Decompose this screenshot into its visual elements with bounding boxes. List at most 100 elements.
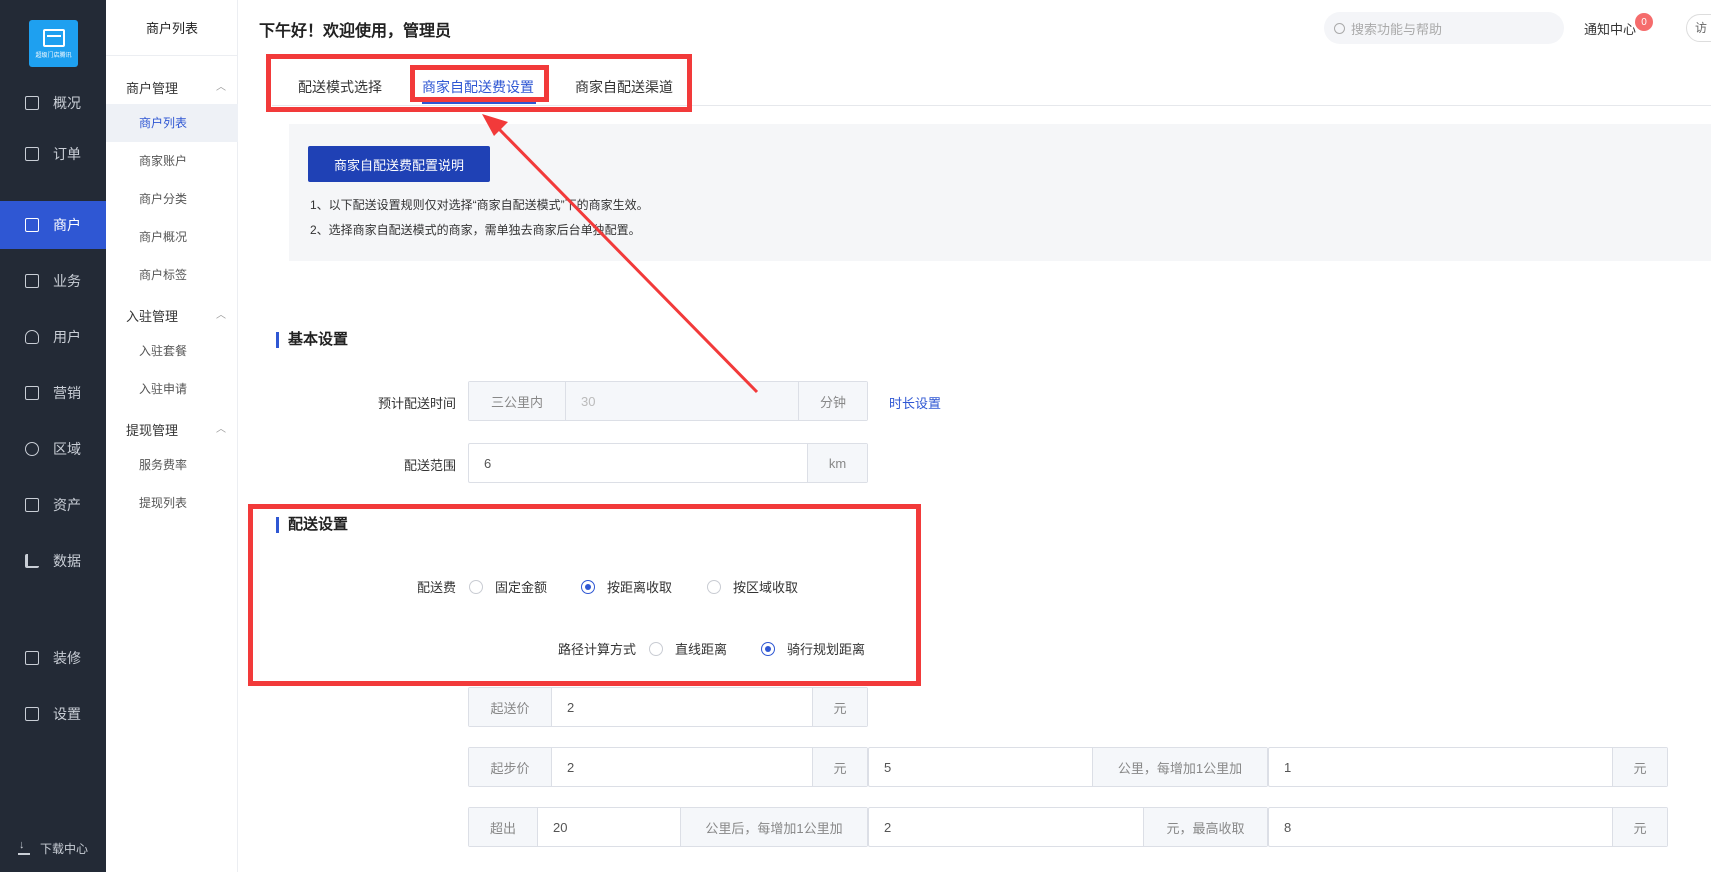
- store-logo-icon: [42, 28, 65, 47]
- tab-self-delivery-channel[interactable]: 商家自配送渠道: [575, 77, 673, 97]
- fee-option-distance[interactable]: 按距离收取: [581, 577, 672, 596]
- nav-item-decoration[interactable]: 装修: [0, 634, 106, 682]
- duration-settings-link[interactable]: 时长设置: [889, 393, 941, 412]
- info-line-2: 2、选择商家自配送模式的商家，需单独去商家后台单独配置。: [310, 223, 641, 237]
- database-icon: [25, 442, 39, 456]
- tab-self-delivery-fee[interactable]: 商家自配送费设置: [422, 77, 534, 97]
- greeting-text: 下午好！欢迎使用，管理员: [259, 23, 452, 40]
- chevron-up-icon: ︿: [216, 82, 226, 93]
- nav-item-region[interactable]: 区域: [0, 425, 106, 473]
- logo-text: 超级门店腾讯: [35, 52, 72, 59]
- start-price-input[interactable]: 2: [552, 748, 812, 786]
- delivery-time-group: 三公里内 30 分钟: [468, 381, 868, 421]
- nav-item-assets[interactable]: 资产: [0, 481, 106, 529]
- radio-checked-icon: [581, 579, 595, 594]
- marketing-icon: [25, 386, 39, 400]
- delivery-fee-label: 配送费: [416, 580, 456, 595]
- secondary-menu: 商户列表 商户管理 ︿ 商户列表 商家账户 商户分类 商户概况 商户标签 入驻管理…: [106, 0, 238, 872]
- store-icon: [25, 218, 39, 232]
- route-option-straight[interactable]: 直线距离: [649, 639, 727, 658]
- nav-item-users[interactable]: 用户: [0, 313, 106, 361]
- over-label: 超出: [469, 808, 538, 846]
- nav-item-settings[interactable]: 设置: [0, 690, 106, 738]
- submenu-item-merchant-tags[interactable]: 商户标签: [106, 256, 238, 294]
- radio-icon: [469, 579, 483, 594]
- per-km-text: 公里，每增加1公里加: [1092, 748, 1267, 786]
- nav-label: 资产: [53, 497, 81, 513]
- route-option-cycling[interactable]: 骑行规划距离: [761, 639, 865, 658]
- nav-label: 概况: [53, 95, 81, 111]
- nav-item-orders[interactable]: 订单: [0, 130, 106, 178]
- nav-label: 订单: [53, 146, 81, 162]
- download-center[interactable]: 下载中心: [18, 839, 88, 857]
- min-order-label: 起送价: [469, 688, 552, 726]
- visit-button[interactable]: 访: [1686, 14, 1711, 42]
- fee-option-region[interactable]: 按区域收取: [707, 577, 798, 596]
- per-km-unit: 元: [1612, 748, 1667, 786]
- app-logo[interactable]: 超级门店腾讯: [29, 20, 78, 67]
- search-icon: [1334, 22, 1345, 34]
- submenu-item-merchant-overview[interactable]: 商户概况: [106, 218, 238, 256]
- delivery-settings-title: 配送设置: [276, 517, 348, 533]
- start-price-unit: 元: [812, 748, 867, 786]
- radio-label: 骑行规划距离: [787, 642, 866, 657]
- info-line-1: 1、以下配送设置规则仅对选择“商家自配送模式”下的商家生效。: [310, 198, 649, 212]
- group-label: 入驻管理: [126, 309, 179, 324]
- nav-item-marketing[interactable]: 营销: [0, 369, 106, 417]
- delivery-range-group: 6 km: [468, 443, 868, 483]
- over-text: 公里后，每增加1公里加: [680, 808, 867, 846]
- delivery-time-label: 预计配送时间: [377, 396, 456, 411]
- delivery-range-label: 配送范围: [403, 458, 456, 473]
- max-fee-input[interactable]: 8: [1269, 808, 1612, 846]
- min-order-input[interactable]: 2: [552, 688, 812, 726]
- menu-group-merchant[interactable]: 商户管理 ︿: [126, 78, 226, 97]
- nav-item-data[interactable]: 数据: [0, 537, 106, 585]
- basic-settings-title: 基本设置: [276, 332, 348, 348]
- presentation-icon: [25, 96, 39, 110]
- min-order-unit: 元: [812, 688, 867, 726]
- nav-label: 区域: [53, 441, 81, 457]
- fee-option-fixed[interactable]: 固定金额: [469, 577, 547, 596]
- document-icon: [25, 147, 39, 161]
- over-add-input[interactable]: 2: [869, 808, 1143, 846]
- time-prefix: 三公里内: [469, 382, 566, 420]
- nav-label: 用户: [53, 329, 81, 345]
- submenu-item-merchant-list[interactable]: 商户列表: [106, 104, 238, 142]
- radio-label: 直线距离: [675, 642, 728, 657]
- search-placeholder: 搜索功能与帮助: [1351, 21, 1443, 37]
- search-input[interactable]: 搜索功能与帮助: [1324, 12, 1564, 44]
- main-sidebar: 超级门店腾讯 概况 订单 商户 业务 用户 营销 区域 资产 数据 装修 设置 …: [0, 0, 106, 872]
- menu-group-withdraw[interactable]: 提现管理 ︿: [126, 420, 226, 439]
- delivery-range-input[interactable]: 6: [469, 444, 807, 482]
- fee-config-help-button[interactable]: 商家自配送费配置说明: [308, 146, 490, 182]
- over-km-input[interactable]: 20: [538, 808, 680, 846]
- submenu-item-onboarding-package[interactable]: 入驻套餐: [106, 332, 238, 370]
- range-unit: km: [807, 444, 867, 482]
- business-icon: [25, 274, 39, 288]
- group-label: 商户管理: [126, 81, 179, 96]
- radio-icon: [649, 641, 663, 656]
- start-price-label: 起步价: [469, 748, 552, 786]
- tab-delivery-mode[interactable]: 配送模式选择: [298, 77, 382, 97]
- submenu-item-onboarding-request[interactable]: 入驻申请: [106, 370, 238, 408]
- per-km-input[interactable]: 1: [1269, 748, 1612, 786]
- nav-item-business[interactable]: 业务: [0, 257, 106, 305]
- nav-item-merchants[interactable]: 商户: [0, 201, 106, 249]
- submenu-item-service-rate[interactable]: 服务费率: [106, 446, 238, 484]
- submenu-item-withdraw-list[interactable]: 提现列表: [106, 484, 238, 522]
- nav-item-overview[interactable]: 概况: [0, 79, 106, 127]
- group-label: 提现管理: [126, 423, 179, 438]
- notification-center[interactable]: 通知中心: [1584, 19, 1636, 38]
- chevron-up-icon: ︿: [216, 310, 226, 321]
- shopping-bag-icon: [25, 651, 39, 665]
- submenu-item-merchant-account[interactable]: 商家账户: [106, 142, 238, 180]
- notification-badge: 0: [1635, 13, 1653, 31]
- submenu-item-merchant-category[interactable]: 商户分类: [106, 180, 238, 218]
- over-add-group: 2 元，最高收取: [868, 807, 1268, 847]
- route-method-label: 路径计算方式: [557, 642, 636, 657]
- menu-group-onboarding[interactable]: 入驻管理 ︿: [126, 306, 226, 325]
- radio-checked-icon: [761, 641, 775, 656]
- chevron-up-icon: ︿: [216, 424, 226, 435]
- start-km-input[interactable]: 5: [869, 748, 1092, 786]
- top-header: 下午好！欢迎使用，管理员 搜索功能与帮助 通知中心 0 访: [238, 0, 1711, 56]
